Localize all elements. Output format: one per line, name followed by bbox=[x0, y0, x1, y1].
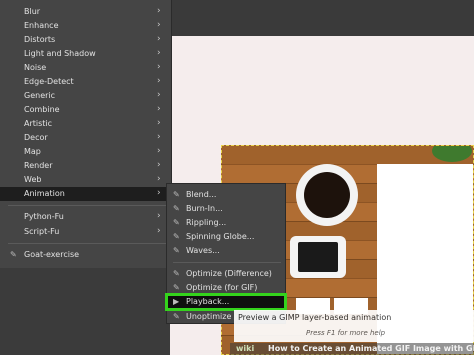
chevron-right-icon: › bbox=[157, 90, 161, 100]
submenu-item-label: Burn-In... bbox=[186, 204, 223, 213]
script-icon: ✎ bbox=[173, 232, 180, 241]
caption-bar: wiki How to Create an Animated GIF Image… bbox=[230, 343, 474, 355]
menu-item-generic[interactable]: Generic › bbox=[0, 89, 170, 103]
chevron-right-icon: › bbox=[157, 188, 161, 198]
script-icon: ✎ bbox=[10, 250, 17, 259]
submenu-item-label: Playback... bbox=[186, 297, 230, 306]
menu-item-goat-exercise[interactable]: ✎ Goat-exercise bbox=[0, 248, 170, 262]
submenu-item-blend[interactable]: ✎ Blend... bbox=[167, 188, 285, 202]
menu-item-python-fu[interactable]: Python-Fu › bbox=[0, 210, 170, 224]
menu-item-label: Decor bbox=[24, 133, 48, 142]
menu-item-label: Script-Fu bbox=[24, 227, 60, 236]
chevron-right-icon: › bbox=[157, 211, 161, 221]
menu-item-enhance[interactable]: Enhance › bbox=[0, 19, 170, 33]
chevron-right-icon: › bbox=[157, 118, 161, 128]
menu-item-decor[interactable]: Decor › bbox=[0, 131, 170, 145]
menu-item-artistic[interactable]: Artistic › bbox=[0, 117, 170, 131]
submenu-item-label: Waves... bbox=[186, 246, 220, 255]
script-icon: ✎ bbox=[173, 269, 180, 278]
chevron-right-icon: › bbox=[157, 104, 161, 114]
submenu-item-label: Optimize (Difference) bbox=[186, 269, 272, 278]
submenu-item-optimize-difference[interactable]: ✎ Optimize (Difference) bbox=[167, 267, 285, 281]
chevron-right-icon: › bbox=[157, 48, 161, 58]
chevron-right-icon: › bbox=[157, 6, 161, 16]
filters-menu: Blur › Enhance › Distorts › Light and Shado… bbox=[0, 0, 172, 268]
chevron-right-icon: › bbox=[157, 76, 161, 86]
menu-item-edge-detect[interactable]: Edge-Detect › bbox=[0, 75, 170, 89]
submenu-item-spinning-globe[interactable]: ✎ Spinning Globe... bbox=[167, 230, 285, 244]
menu-item-label: Animation bbox=[24, 189, 65, 198]
menu-item-label: Enhance bbox=[24, 21, 59, 30]
menu-item-label: Artistic bbox=[24, 119, 53, 128]
submenu-item-burn-in[interactable]: ✎ Burn-In... bbox=[167, 202, 285, 216]
menu-item-label: Render bbox=[24, 161, 53, 170]
caption-title: How to Create an Animated GIF Image with… bbox=[268, 344, 474, 353]
submenu-separator bbox=[173, 262, 281, 263]
script-icon: ✎ bbox=[173, 190, 180, 199]
menu-separator bbox=[8, 243, 166, 244]
submenu-item-label: Rippling... bbox=[186, 218, 227, 227]
submenu-item-label: Optimize (for GIF) bbox=[186, 283, 258, 292]
menu-item-label: Python-Fu bbox=[24, 212, 64, 221]
chevron-right-icon: › bbox=[157, 132, 161, 142]
menu-item-animation[interactable]: Animation › bbox=[0, 187, 170, 201]
menu-item-web[interactable]: Web › bbox=[0, 173, 170, 187]
menu-item-map[interactable]: Map › bbox=[0, 145, 170, 159]
menu-item-label: Combine bbox=[24, 105, 60, 114]
menu-separator bbox=[8, 205, 166, 206]
submenu-item-label: Spinning Globe... bbox=[186, 232, 255, 241]
coffee bbox=[304, 172, 350, 218]
chevron-right-icon: › bbox=[157, 226, 161, 236]
submenu-item-playback[interactable]: ▶ Playback... bbox=[165, 293, 287, 311]
script-icon: ✎ bbox=[173, 246, 180, 255]
menu-item-combine[interactable]: Combine › bbox=[0, 103, 170, 117]
chevron-right-icon: › bbox=[157, 160, 161, 170]
menu-item-label: Map bbox=[24, 147, 41, 156]
menu-item-light-and-shadow[interactable]: Light and Shadow › bbox=[0, 47, 170, 61]
menu-item-render[interactable]: Render › bbox=[0, 159, 170, 173]
tooltip: Preview a GIMP layer-based animation Pre… bbox=[234, 310, 474, 342]
menu-item-label: Distorts bbox=[24, 35, 56, 44]
menu-item-label: Light and Shadow bbox=[24, 49, 96, 58]
submenu-item-label: Blend... bbox=[186, 190, 217, 199]
tooltip-help-hint: Press F1 for more help bbox=[306, 329, 386, 337]
menu-item-noise[interactable]: Noise › bbox=[0, 61, 170, 75]
submenu-item-waves[interactable]: ✎ Waves... bbox=[167, 244, 285, 258]
menu-item-label: Web bbox=[24, 175, 42, 184]
menu-item-blur[interactable]: Blur › bbox=[0, 5, 170, 19]
menu-item-label: Blur bbox=[24, 7, 41, 16]
menu-item-label: Generic bbox=[24, 91, 56, 100]
chevron-right-icon: › bbox=[157, 20, 161, 30]
menu-item-distorts[interactable]: Distorts › bbox=[0, 33, 170, 47]
chevron-right-icon: › bbox=[157, 34, 161, 44]
submenu-item-optimize-gif[interactable]: ✎ Optimize (for GIF) bbox=[167, 281, 285, 295]
submenu-item-label: Unoptimize bbox=[186, 312, 232, 321]
menu-item-label: Noise bbox=[24, 63, 47, 72]
smartphone-screen bbox=[298, 242, 338, 272]
animation-submenu: ✎ Blend... ✎ Burn-In... ✎ Rippling... ✎ Spin… bbox=[165, 183, 287, 324]
tooltip-text: Preview a GIMP layer-based animation bbox=[238, 313, 392, 322]
script-icon: ✎ bbox=[173, 312, 180, 321]
script-icon: ✎ bbox=[173, 218, 180, 227]
play-icon: ▶ bbox=[173, 297, 180, 306]
chevron-right-icon: › bbox=[157, 62, 161, 72]
chevron-right-icon: › bbox=[157, 146, 161, 156]
menu-item-label: Edge-Detect bbox=[24, 77, 74, 86]
menu-item-script-fu[interactable]: Script-Fu › bbox=[0, 225, 170, 239]
submenu-item-rippling[interactable]: ✎ Rippling... bbox=[167, 216, 285, 230]
chevron-right-icon: › bbox=[157, 174, 161, 184]
plant-leaf bbox=[432, 146, 472, 162]
menu-item-label: Goat-exercise bbox=[24, 250, 80, 259]
script-icon: ✎ bbox=[173, 204, 180, 213]
script-icon: ✎ bbox=[173, 283, 180, 292]
wikihow-logo: wiki bbox=[236, 344, 255, 353]
